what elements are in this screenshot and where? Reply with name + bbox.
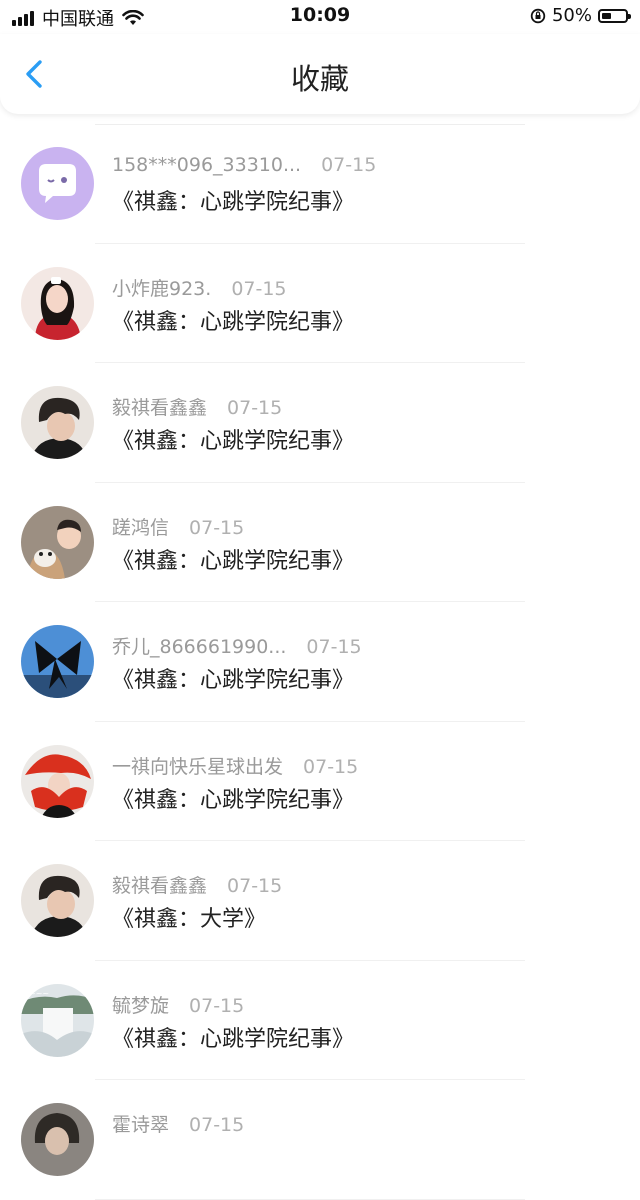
author-name[interactable]: 霍诗翠 xyxy=(112,1114,169,1136)
work-title[interactable]: 《祺鑫：大学》 xyxy=(112,901,266,933)
avatar[interactable]: ~~~ xyxy=(21,983,94,1057)
page-title: 收藏 xyxy=(290,62,349,96)
author-name[interactable]: 毓梦旋 xyxy=(112,995,169,1017)
item-meta: 毅祺看鑫鑫 07-15 xyxy=(112,871,282,898)
item-date: 07-15 xyxy=(321,154,377,176)
work-title[interactable]: 《祺鑫：心跳学院纪事》 xyxy=(112,543,354,575)
favorite-item[interactable]: 霍诗翠 07-15 xyxy=(0,1080,640,1200)
author-name[interactable]: 乔儿_866661990... xyxy=(112,636,286,658)
item-meta: 小炸鹿923. 07-15 xyxy=(112,274,287,301)
item-date: 07-15 xyxy=(189,994,245,1017)
work-title[interactable]: 《祺鑫：心跳学院纪事》 xyxy=(112,662,354,694)
avatar[interactable] xyxy=(21,147,94,220)
work-title[interactable]: 《祺鑫：心跳学院纪事》 xyxy=(112,782,354,814)
favorite-item[interactable]: 乔儿_866661990... 07-15 《祺鑫：心跳学院纪事》 xyxy=(0,602,640,722)
favorite-item[interactable]: 一祺向快乐星球出发 07-15 《祺鑫：心跳学院纪事》 xyxy=(0,722,640,841)
avatar[interactable] xyxy=(21,386,94,459)
favorite-item[interactable]: ~~~ 毓梦旋 07-15 《祺鑫：心跳学院纪事》 xyxy=(0,961,640,1080)
avatar[interactable] xyxy=(21,266,94,340)
status-bar: 中国联通 10:09 50% xyxy=(0,0,640,34)
avatar[interactable] xyxy=(21,1103,94,1176)
author-name[interactable]: 一祺向快乐星球出发 xyxy=(112,756,283,778)
work-title[interactable]: 《祺鑫：心跳学院纪事》 xyxy=(112,184,354,216)
svg-text:~~~: ~~~ xyxy=(29,989,49,998)
item-meta: 霍诗翠 07-15 xyxy=(112,1110,244,1137)
favorite-item[interactable]: 蹉鸿信 07-15 《祺鑫：心跳学院纪事》 xyxy=(0,483,640,602)
item-meta: 乔儿_866661990... 07-15 xyxy=(112,632,362,659)
item-date: 07-15 xyxy=(306,636,362,658)
work-title[interactable]: 《祺鑫：心跳学院纪事》 xyxy=(112,304,354,336)
nav-bar: 收藏 xyxy=(0,34,640,114)
author-name[interactable]: 158***096_33310... xyxy=(112,154,301,176)
author-name[interactable]: 毅祺看鑫鑫 xyxy=(112,875,207,897)
item-date: 07-15 xyxy=(227,397,283,419)
status-bar-right: 50% xyxy=(530,5,631,26)
item-meta: 毅祺看鑫鑫 07-15 xyxy=(112,393,282,420)
work-title[interactable]: 《祺鑫：心跳学院纪事》 xyxy=(112,1021,354,1053)
avatar[interactable] xyxy=(21,744,94,818)
item-meta: 蹉鸿信 07-15 xyxy=(112,513,244,540)
item-meta: 毓梦旋 07-15 xyxy=(112,991,244,1018)
item-meta: 一祺向快乐星球出发 07-15 xyxy=(112,752,358,779)
item-meta: 158***096_33310... 07-15 xyxy=(112,154,376,176)
author-name[interactable]: 蹉鸿信 xyxy=(112,517,169,539)
rotation-lock-icon xyxy=(530,8,546,23)
favorites-list[interactable]: 158***096_33310... 07-15 《祺鑫：心跳学院纪事》 小炸鹿923… xyxy=(0,124,640,1200)
item-date: 07-15 xyxy=(231,277,287,300)
item-date: 07-15 xyxy=(189,1114,245,1136)
favorite-item[interactable]: 毅祺看鑫鑫 07-15 《祺鑫：心跳学院纪事》 xyxy=(0,363,640,483)
avatar[interactable] xyxy=(21,505,94,579)
work-title[interactable]: 《祺鑫：心跳学院纪事》 xyxy=(112,423,354,455)
item-date: 07-15 xyxy=(227,875,283,897)
favorite-item[interactable]: 158***096_33310... 07-15 《祺鑫：心跳学院纪事》 xyxy=(0,124,640,244)
battery-icon xyxy=(598,8,631,23)
author-name[interactable]: 毅祺看鑫鑫 xyxy=(112,397,207,419)
favorite-item[interactable]: 毅祺看鑫鑫 07-15 《祺鑫：大学》 xyxy=(0,841,640,961)
avatar[interactable] xyxy=(21,625,94,698)
item-date: 07-15 xyxy=(189,516,245,539)
avatar[interactable] xyxy=(21,864,94,937)
author-name[interactable]: 小炸鹿923. xyxy=(112,278,211,300)
battery-percent: 50% xyxy=(551,5,592,26)
item-date: 07-15 xyxy=(303,755,359,778)
favorite-item[interactable]: 小炸鹿923. 07-15 《祺鑫：心跳学院纪事》 xyxy=(0,244,640,363)
list-divider xyxy=(95,1198,525,1200)
battery-fill xyxy=(602,12,611,19)
